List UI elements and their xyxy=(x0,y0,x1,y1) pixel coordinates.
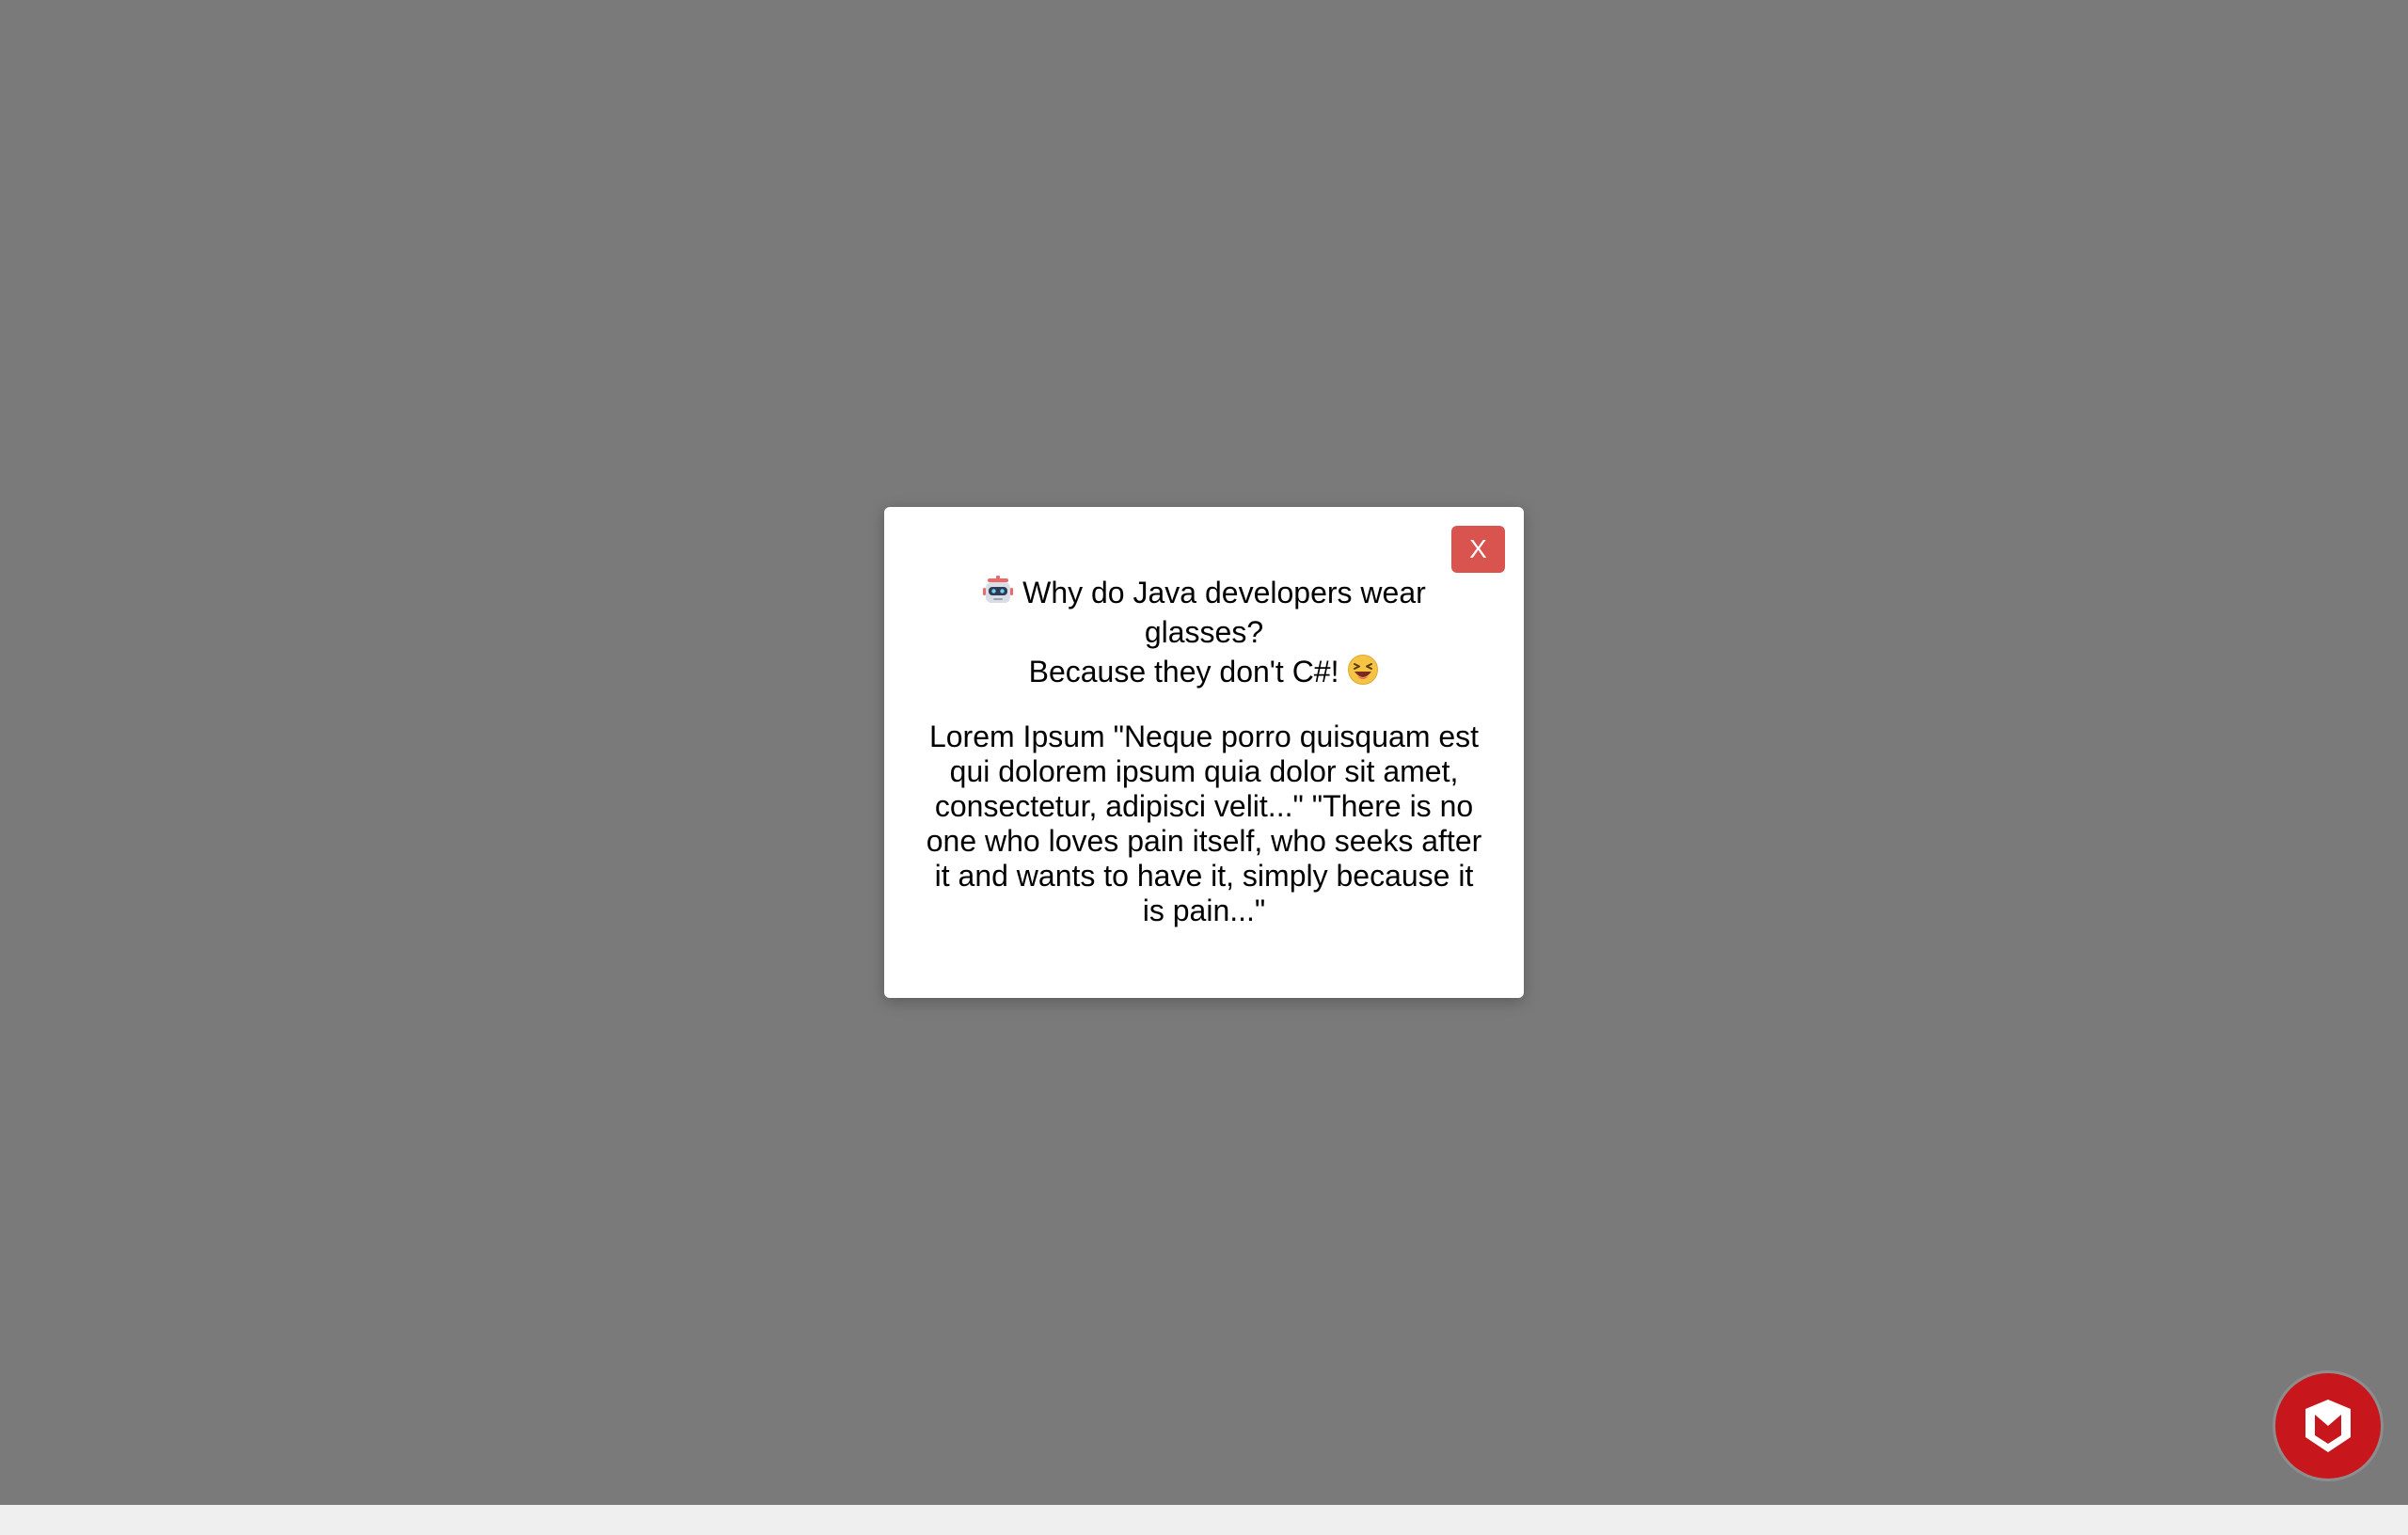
close-button[interactable]: X xyxy=(1451,526,1505,573)
joke-question: Why do Java developers wear glasses? xyxy=(1022,576,1426,649)
joke-answer: Because they don't C#! xyxy=(1028,655,1339,688)
security-badge-button[interactable] xyxy=(2275,1373,2381,1479)
mcafee-shield-icon xyxy=(2305,1400,2351,1452)
joke-text: Why do Java developers wear glasses? Bec… xyxy=(969,575,1439,693)
page-bottom-strip xyxy=(0,1505,2408,1535)
modal-body-text: Lorem Ipsum "Neque porro quisquam est qu… xyxy=(926,720,1482,927)
robot-icon xyxy=(982,575,1014,614)
joke-modal: X Why do Java developers wear glasses? B… xyxy=(884,507,1524,998)
laughing-face-icon xyxy=(1347,654,1379,693)
